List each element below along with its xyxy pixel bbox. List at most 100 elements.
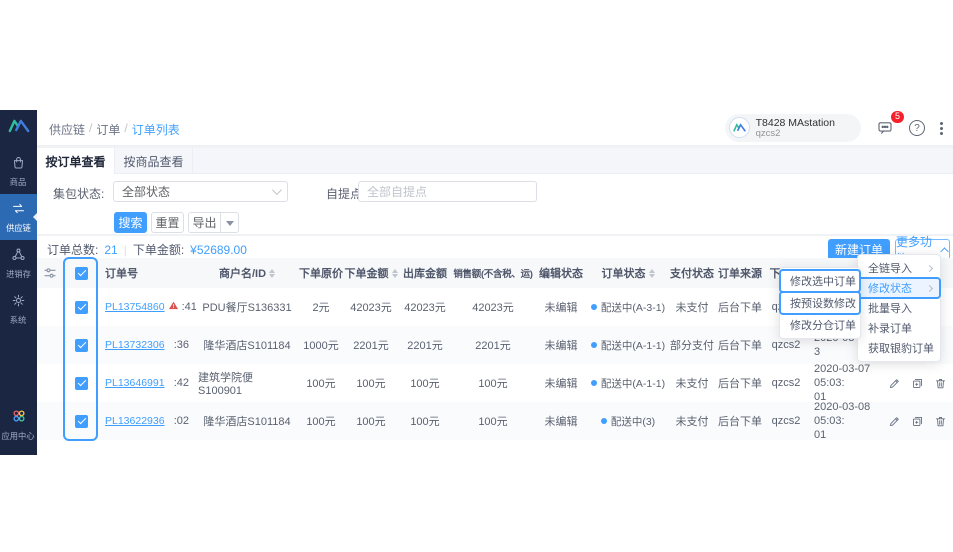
order-status-text: 配送中(3) (610, 415, 656, 428)
export-button[interactable]: 导出 (188, 212, 221, 233)
breadcrumb-separator: / (89, 121, 93, 135)
menu-item[interactable]: 补录订单 (858, 318, 940, 338)
order-link[interactable]: PL13622936 (105, 415, 165, 427)
select-all-checkbox[interactable] (75, 266, 88, 280)
menu-item[interactable]: 获取银豹订单 (858, 338, 940, 358)
tab-by-product[interactable]: 按商品查看 (115, 148, 193, 174)
messages-button[interactable]: 5 (876, 111, 904, 137)
search-button[interactable]: 搜索 (114, 212, 147, 233)
sidebar: 商品 供应链 进销存 系统 应用中心 (0, 110, 37, 455)
column-label: 订单号 (105, 268, 138, 280)
filter-card: 按订单查看按商品查看 集包状态: 全部状态 自提点: 搜索 重置 导出 (37, 148, 953, 234)
column-label: 编辑状态 (539, 268, 583, 280)
amount-value: ¥52689.00 (190, 242, 247, 257)
menu-item[interactable]: 全链导入 (858, 258, 940, 278)
cell-order-status: 配送中(A-3-1) (588, 288, 668, 326)
breadcrumb-item[interactable]: 供应链 (49, 121, 85, 138)
chevron-right-icon (925, 284, 934, 292)
message-badge: 5 (890, 111, 904, 123)
submenu-item[interactable]: 按预设数修改 (779, 291, 861, 315)
column-label: 订单来源 (718, 268, 762, 280)
table-row: PL13622936:02 隆华酒店S101184 100元 100元 100元 100元… (37, 402, 953, 440)
breadcrumb-item[interactable]: 订单 (96, 121, 120, 138)
menu-item-label: 获取银豹订单 (868, 343, 934, 355)
tab-by-order[interactable]: 按订单查看 (37, 148, 115, 174)
user-menu[interactable]: T8428 MAstation qzcs2 (724, 113, 861, 143)
order-link[interactable]: PL13646991 (105, 377, 165, 389)
cell-order-amount: 100元 (356, 378, 386, 390)
cell-original-price: 100元 (306, 378, 336, 390)
system-icon (11, 293, 26, 313)
sidebar-bottom: 应用中心 (0, 401, 37, 447)
menu-item-label: 修改状态 (868, 283, 912, 295)
order-time-fragment: :41 (181, 301, 196, 313)
submenu-item-label: 修改选中订单 (790, 276, 856, 288)
header-right: T8428 MAstation qzcs2 5 ? (724, 110, 943, 146)
export-dropdown-button[interactable] (220, 212, 239, 233)
sidebar-item-goods[interactable]: 商品 (0, 148, 37, 194)
column-label: 商户名/ID (218, 268, 267, 280)
pickup-point-input[interactable] (358, 181, 537, 202)
header-3[interactable]: 商户名/ID (196, 258, 298, 288)
cell-order-no: PL13754860 :41 (100, 288, 196, 326)
sidebar-item-system[interactable]: 系统 (0, 286, 37, 332)
menu-item[interactable]: 修改状态 (857, 277, 941, 299)
reset-button[interactable]: 重置 (151, 212, 184, 233)
menu-item-label: 全链导入 (868, 263, 912, 275)
header-2: 订单号 (100, 258, 196, 288)
order-link[interactable]: PL13754860 (105, 301, 165, 313)
submenu-item[interactable]: 修改分仓订单 (780, 314, 860, 336)
cell-order-amount: 100元 (356, 416, 386, 428)
caret-down-icon (225, 220, 234, 230)
row-actions (888, 377, 947, 390)
submenu-item-label: 按预设数修改 (790, 298, 856, 310)
order-link[interactable]: PL13732306 (105, 339, 165, 351)
row-checkbox[interactable] (75, 338, 88, 352)
delete-order-button[interactable] (934, 377, 947, 390)
package-status-select[interactable]: 全部状态 (113, 181, 288, 202)
package-status-label: 集包状态: (53, 187, 105, 201)
header-11: 订单来源 (716, 258, 764, 288)
cell-merchant: 隆华酒店S101184 (203, 340, 291, 352)
cell-source: 后台下单 (718, 378, 762, 390)
copy-order-button[interactable] (911, 377, 924, 390)
cell-spacer (37, 402, 63, 440)
edit-order-button[interactable] (888, 415, 901, 428)
order-time-fragment: :02 (173, 415, 189, 427)
breadcrumb-item[interactable]: 订单列表 (132, 121, 180, 138)
cell-sales-amount: 100元 (478, 378, 508, 390)
cell-sales-amount: 42023元 (472, 302, 514, 314)
submenu-item[interactable]: 修改选中订单 (779, 269, 861, 293)
copy-order-button[interactable] (911, 415, 924, 428)
edit-order-button[interactable] (888, 377, 901, 390)
breadcrumb-separator: / (124, 121, 128, 135)
more-options-button[interactable] (940, 121, 943, 135)
sort-icon[interactable] (269, 266, 276, 281)
cell-original-price: 2元 (312, 302, 330, 314)
delete-order-button[interactable] (934, 415, 947, 428)
user-account: qzcs2 (755, 127, 781, 139)
question-icon: ? (909, 120, 925, 136)
sort-icon[interactable] (648, 266, 655, 281)
cell-pay-status: 未支付 (675, 302, 709, 314)
cell-order-status: 配送中(A-1-1) (588, 364, 668, 402)
column-settings-button[interactable] (37, 258, 63, 288)
header-10: 支付状态 (668, 258, 716, 288)
header-6: 出库金额 (398, 258, 452, 288)
row-checkbox[interactable] (75, 376, 88, 390)
cell-order-status: 配送中(3) (588, 402, 668, 440)
sidebar-item-inventory[interactable]: 进销存 (0, 240, 37, 286)
sidebar-item-supply-chain[interactable]: 供应链 (0, 194, 37, 240)
sort-icon[interactable] (391, 266, 398, 281)
column-label: 支付状态 (670, 268, 714, 280)
sidebar-item-apps[interactable]: 应用中心 (0, 401, 37, 447)
inventory-icon (11, 247, 26, 267)
menu-item[interactable]: 批量导入 (858, 298, 940, 318)
header-9[interactable]: 订单状态 (588, 258, 668, 288)
cell-pay-status: 未支付 (675, 416, 709, 428)
header-5[interactable]: 下单金额 (344, 258, 398, 288)
row-checkbox[interactable] (75, 300, 88, 314)
row-checkbox[interactable] (75, 414, 88, 428)
help-button[interactable]: ? (909, 120, 925, 136)
table-row: PL13646991:42 建筑学院便S100901 100元 100元 100元 100… (37, 364, 953, 402)
